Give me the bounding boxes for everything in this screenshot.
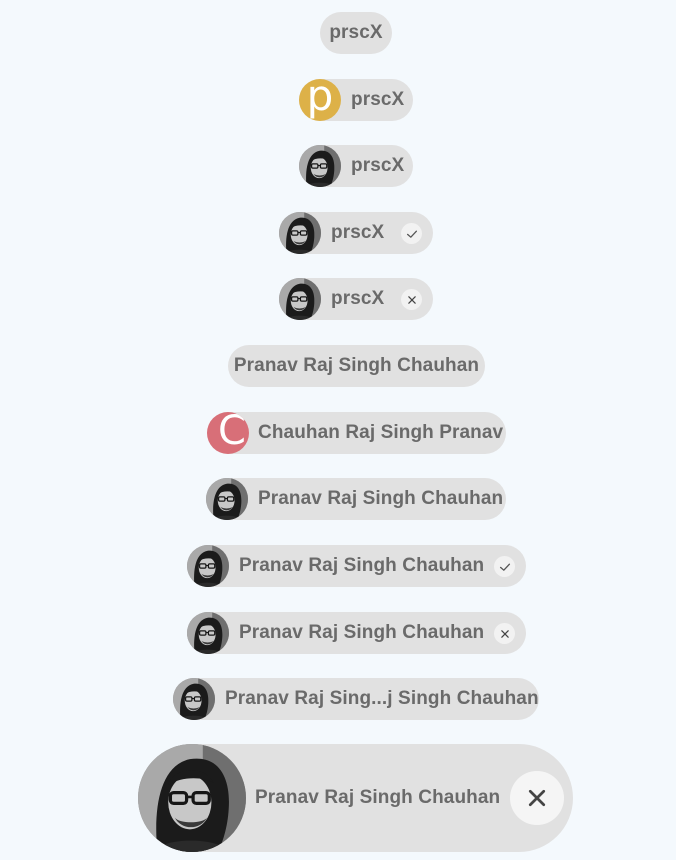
close-icon[interactable] (494, 623, 515, 644)
chip-9[interactable]: Pranav Raj Singh Chauhan (187, 545, 526, 587)
chip-label: Pranav Raj Singh Chauhan (233, 355, 480, 376)
avatar-photo (173, 678, 215, 720)
avatar-photo (138, 744, 246, 852)
chip-3[interactable]: prscX (299, 145, 413, 187)
chip-label: prscX (351, 155, 405, 176)
close-icon[interactable] (510, 771, 564, 825)
chip-12-large[interactable]: Pranav Raj Singh Chauhan (138, 744, 573, 852)
chip-5[interactable]: prscX (279, 278, 433, 320)
avatar-photo (279, 278, 321, 320)
close-icon[interactable] (401, 289, 422, 310)
chip-label: prscX (329, 22, 383, 43)
chip-label: prscX (331, 222, 385, 243)
avatar-photo (279, 212, 321, 254)
chip-label: Pranav Raj Singh Chauhan (258, 488, 504, 509)
avatar-photo (206, 478, 248, 520)
chip-label: prscX (351, 89, 405, 110)
chip-label: prscX (331, 288, 385, 309)
chip-2[interactable]: p prscX (299, 79, 413, 121)
avatar-letter-c: C (207, 412, 249, 454)
chip-label: Pranav Raj Singh Chauhan (255, 787, 501, 808)
chip-label: Pranav Raj Singh Chauhan (239, 555, 485, 576)
chip-7[interactable]: C Chauhan Raj Singh Pranav (207, 412, 506, 454)
chip-label: Pranav Raj Sing...j Singh Chauhan (225, 688, 539, 709)
chip-1[interactable]: prscX (320, 12, 392, 54)
avatar-photo (187, 612, 229, 654)
chip-label: Chauhan Raj Singh Pranav (258, 422, 504, 443)
chip-label: Pranav Raj Singh Chauhan (239, 622, 485, 643)
chip-4[interactable]: prscX (279, 212, 433, 254)
chip-6[interactable]: Pranav Raj Singh Chauhan (228, 345, 485, 387)
chip-8[interactable]: Pranav Raj Singh Chauhan (206, 478, 506, 520)
avatar-photo (299, 145, 341, 187)
check-icon[interactable] (494, 556, 515, 577)
avatar-letter-p: p (299, 79, 341, 121)
chip-11[interactable]: Pranav Raj Sing...j Singh Chauhan (173, 678, 539, 720)
chip-10[interactable]: Pranav Raj Singh Chauhan (187, 612, 526, 654)
avatar-photo (187, 545, 229, 587)
check-icon[interactable] (401, 223, 422, 244)
